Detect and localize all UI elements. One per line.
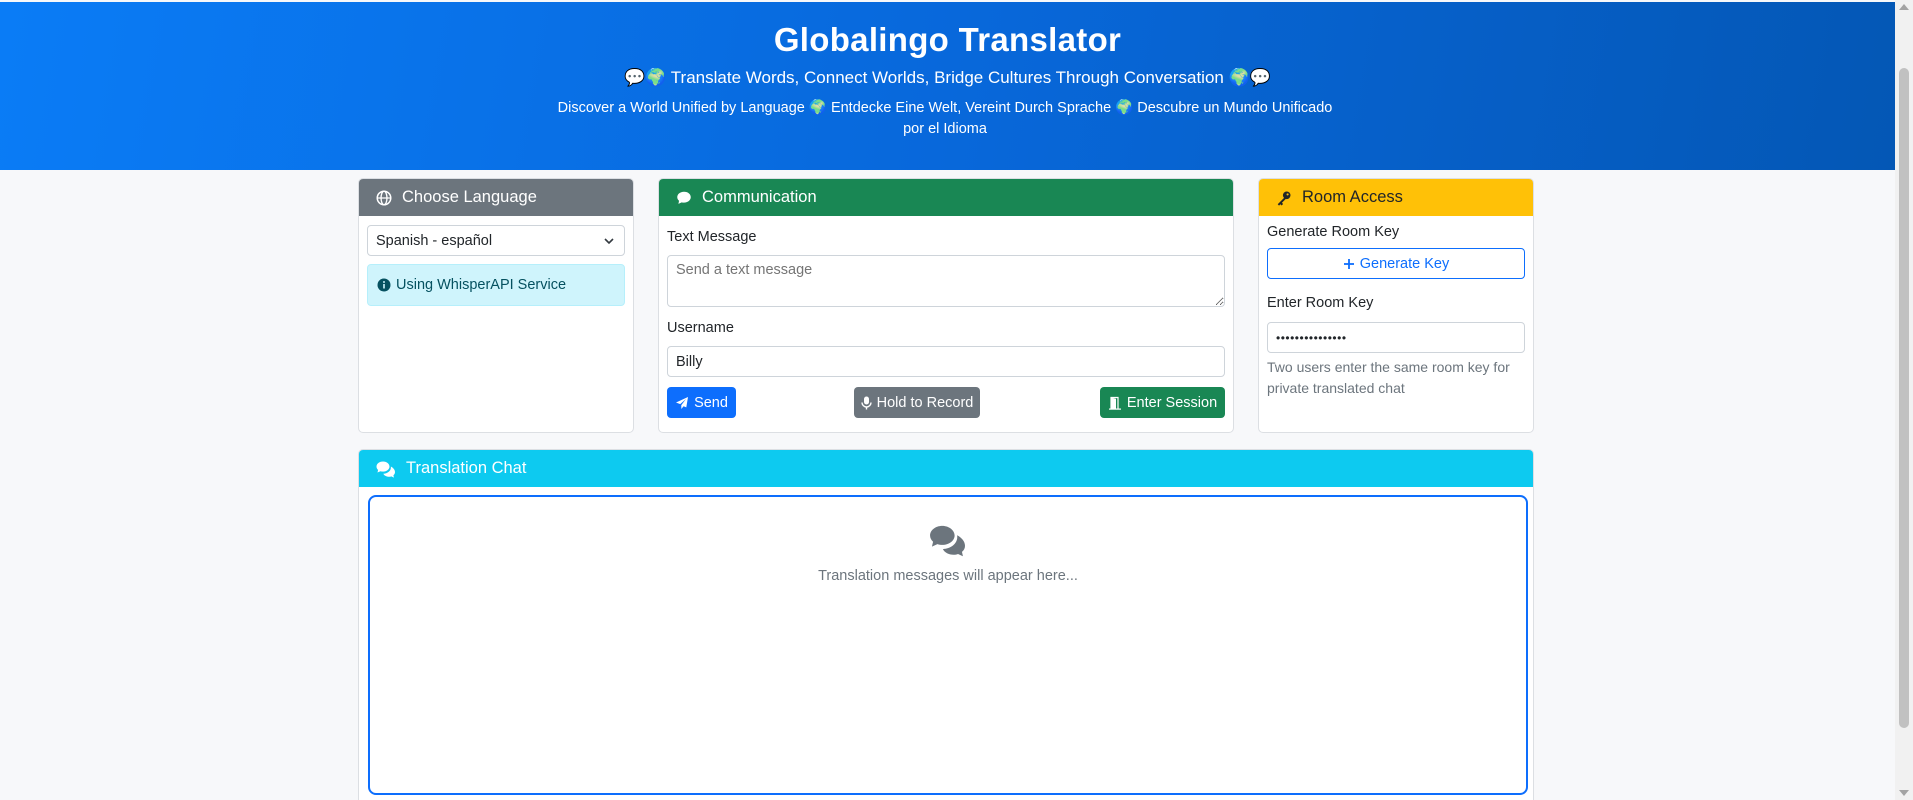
- generate-room-key-label: Generate Room Key: [1267, 224, 1400, 240]
- room-access-card: Room Access Generate Room Key Generate K…: [1258, 178, 1534, 433]
- room-key-helper-text: Two users enter the same room key for pr…: [1267, 359, 1510, 396]
- generate-key-button[interactable]: Generate Key: [1267, 248, 1525, 279]
- communication-card: Communication Text Message Username Send…: [658, 178, 1234, 433]
- hold-to-record-button[interactable]: Hold to Record: [854, 387, 980, 418]
- chevron-down-icon: [604, 237, 614, 244]
- chat-empty-state: Translation messages will appear here...: [370, 523, 1526, 584]
- language-select-value: Spanish - español: [376, 232, 493, 249]
- hero-banner: Globalingo Translator 💬🌍 Translate Words…: [0, 2, 1895, 170]
- service-info-alert: Using WhisperAPI Service: [367, 264, 625, 306]
- app-title: Globalingo Translator: [773, 21, 1122, 58]
- room-access-card-header: Room Access: [1259, 179, 1533, 216]
- language-card: Choose Language Spanish - español Using …: [358, 178, 634, 433]
- globe-icon: [376, 189, 392, 206]
- enter-room-key-label: Enter Room Key: [1267, 295, 1374, 311]
- scrollbar-thumb[interactable]: [1899, 68, 1909, 728]
- door-open-icon: [1108, 396, 1121, 410]
- communication-card-title: Communication: [702, 188, 817, 206]
- chat-messages-area[interactable]: Translation messages will appear here...: [368, 495, 1528, 795]
- comments-empty-icon: [930, 525, 965, 557]
- scroll-down-arrow[interactable]: [1899, 790, 1909, 796]
- translation-chat-header: Translation Chat: [359, 450, 1533, 487]
- scroll-up-arrow[interactable]: [1899, 4, 1909, 10]
- enter-session-button[interactable]: Enter Session: [1100, 387, 1225, 418]
- plus-icon: [1343, 258, 1354, 269]
- language-card-header: Choose Language: [359, 179, 633, 216]
- app-tagline: 💬🌍 Translate Words, Connect Worlds, Brid…: [624, 68, 1271, 87]
- info-circle-icon: [377, 278, 391, 292]
- send-button-label: Send: [694, 394, 728, 411]
- key-icon: [1277, 191, 1291, 206]
- translation-chat-title: Translation Chat: [406, 459, 527, 477]
- generate-key-label: Generate Key: [1359, 255, 1450, 272]
- language-select[interactable]: Spanish - español: [367, 225, 625, 256]
- room-access-card-title: Room Access: [1302, 188, 1403, 206]
- room-key-input[interactable]: •••••••••••••••: [1267, 322, 1525, 353]
- send-button[interactable]: Send: [667, 387, 736, 418]
- text-message-label: Text Message: [667, 229, 757, 245]
- username-label: Username: [667, 320, 734, 336]
- chat-empty-message: Translation messages will appear here...: [818, 568, 1078, 584]
- enter-session-label: Enter Session: [1126, 394, 1218, 411]
- communication-card-header: Communication: [659, 179, 1233, 216]
- text-message-input[interactable]: [667, 255, 1225, 307]
- page-scrollbar[interactable]: [1895, 0, 1913, 800]
- paper-plane-icon: [676, 396, 689, 409]
- microphone-icon: [860, 396, 872, 409]
- language-card-title: Choose Language: [402, 188, 537, 206]
- service-note: Using WhisperAPI Service: [396, 277, 567, 293]
- comment-icon: [677, 191, 691, 204]
- translation-chat-card: Translation Chat Translation messages wi…: [358, 449, 1534, 800]
- record-button-label: Hold to Record: [876, 394, 974, 411]
- app-subtitle: Discover a World Unified by Language 🌍 E…: [557, 100, 1333, 137]
- username-input[interactable]: [667, 346, 1225, 377]
- comments-icon: [376, 461, 395, 478]
